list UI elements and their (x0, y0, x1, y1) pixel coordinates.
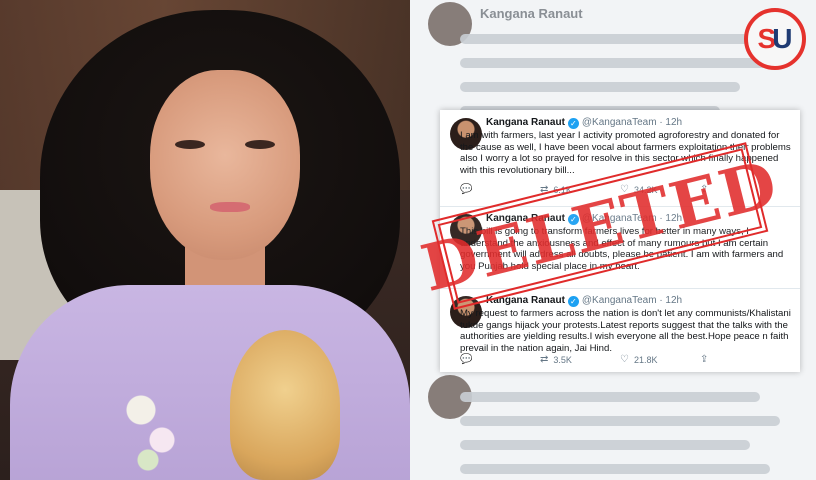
like-count: 21.8K (633, 354, 658, 365)
reply-action[interactable]: 💬 (460, 354, 540, 365)
face (150, 70, 300, 260)
share-action[interactable]: ⇪ (700, 354, 780, 365)
tweet-author-name: Kangana Ranaut (486, 117, 565, 128)
tweet-handle-time: @KanganaTeam · 12h (581, 117, 683, 128)
retweet-count: 3.5K (553, 354, 572, 365)
verified-badge-icon: ✓ (567, 118, 579, 129)
share-icon: ⇪ (700, 354, 709, 365)
blurred-line (460, 392, 760, 402)
tweet-handle-time: @KanganaTeam · 12h (581, 295, 683, 306)
tweet-actions: 💬 ⇄ 3.5K ♡ 21.8K ⇪ (460, 354, 780, 365)
blurred-line (460, 464, 770, 474)
reply-icon: 💬 (460, 184, 473, 195)
blurred-line (460, 34, 760, 44)
retweet-icon: ⇄ (540, 354, 549, 365)
blurred-line (460, 82, 740, 92)
shirt-flower-print (120, 380, 190, 480)
background-tweet-name: Kangana Ranaut (480, 6, 583, 21)
logo-letter-u: U (772, 23, 793, 54)
left-eye (175, 140, 205, 149)
tweet-header: Kangana Ranaut ✓ @KanganaTeam · 12h (486, 295, 682, 307)
like-action[interactable]: ♡ 21.8K (620, 354, 700, 365)
reply-action[interactable]: 💬 (460, 184, 540, 195)
heart-icon: ♡ (620, 354, 629, 365)
retweet-action[interactable]: ⇄ 3.5K (540, 354, 620, 365)
verified-badge-icon: ✓ (567, 296, 579, 307)
portrait-photo (0, 0, 410, 480)
tweet-3: Kangana Ranaut ✓ @KanganaTeam · 12h My req… (440, 288, 800, 372)
blurred-line (460, 58, 780, 68)
mouth (210, 202, 250, 212)
reply-icon: 💬 (460, 354, 473, 365)
blurred-line (460, 416, 780, 426)
su-logo: SU (744, 8, 806, 70)
tweet-text: My request to farmers across the nation … (460, 308, 791, 355)
lavender-shirt (10, 285, 410, 480)
blurred-line (460, 440, 750, 450)
shirt-print-figure (230, 330, 340, 480)
tweet-header: Kangana Ranaut ✓ @KanganaTeam · 12h (486, 117, 682, 129)
right-eye (245, 140, 275, 149)
